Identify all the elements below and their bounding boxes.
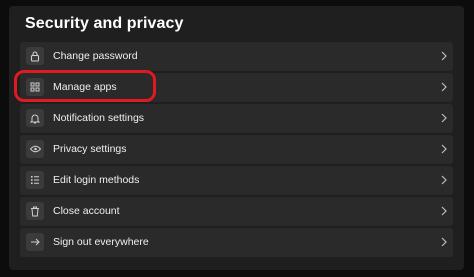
chevron-right-icon bbox=[441, 113, 447, 123]
chevron-right-icon bbox=[441, 237, 447, 247]
change-password-label: Change password bbox=[53, 50, 138, 62]
section-title: Security and privacy bbox=[25, 15, 184, 32]
manage-apps-label: Manage apps bbox=[53, 81, 117, 93]
notification-settings-item[interactable]: Notification settings bbox=[20, 104, 453, 133]
lock-icon bbox=[26, 47, 44, 65]
list-icon bbox=[26, 171, 44, 189]
trash-icon bbox=[26, 202, 44, 220]
sign-out-everywhere-item[interactable]: Sign out everywhere bbox=[20, 228, 453, 257]
privacy-settings-label: Privacy settings bbox=[53, 143, 127, 155]
notification-settings-label: Notification settings bbox=[53, 112, 145, 124]
sign-out-icon bbox=[26, 233, 44, 251]
sign-out-everywhere-label: Sign out everywhere bbox=[53, 236, 149, 248]
settings-list: Change password Manage apps Notification… bbox=[20, 42, 453, 259]
security-privacy-panel: Security and privacy Change password Man… bbox=[9, 6, 464, 270]
edit-login-methods-label: Edit login methods bbox=[53, 174, 140, 186]
change-password-item[interactable]: Change password bbox=[20, 42, 453, 71]
chevron-right-icon bbox=[441, 206, 447, 216]
chevron-right-icon bbox=[441, 51, 447, 61]
chevron-right-icon bbox=[441, 82, 447, 92]
manage-apps-item[interactable]: Manage apps bbox=[20, 73, 453, 102]
edit-login-methods-item[interactable]: Edit login methods bbox=[20, 166, 453, 195]
privacy-settings-item[interactable]: Privacy settings bbox=[20, 135, 453, 164]
eye-icon bbox=[26, 140, 44, 158]
close-account-label: Close account bbox=[53, 205, 120, 217]
grid-icon bbox=[26, 78, 44, 96]
bell-icon bbox=[26, 109, 44, 127]
close-account-item[interactable]: Close account bbox=[20, 197, 453, 226]
chevron-right-icon bbox=[441, 144, 447, 154]
chevron-right-icon bbox=[441, 175, 447, 185]
